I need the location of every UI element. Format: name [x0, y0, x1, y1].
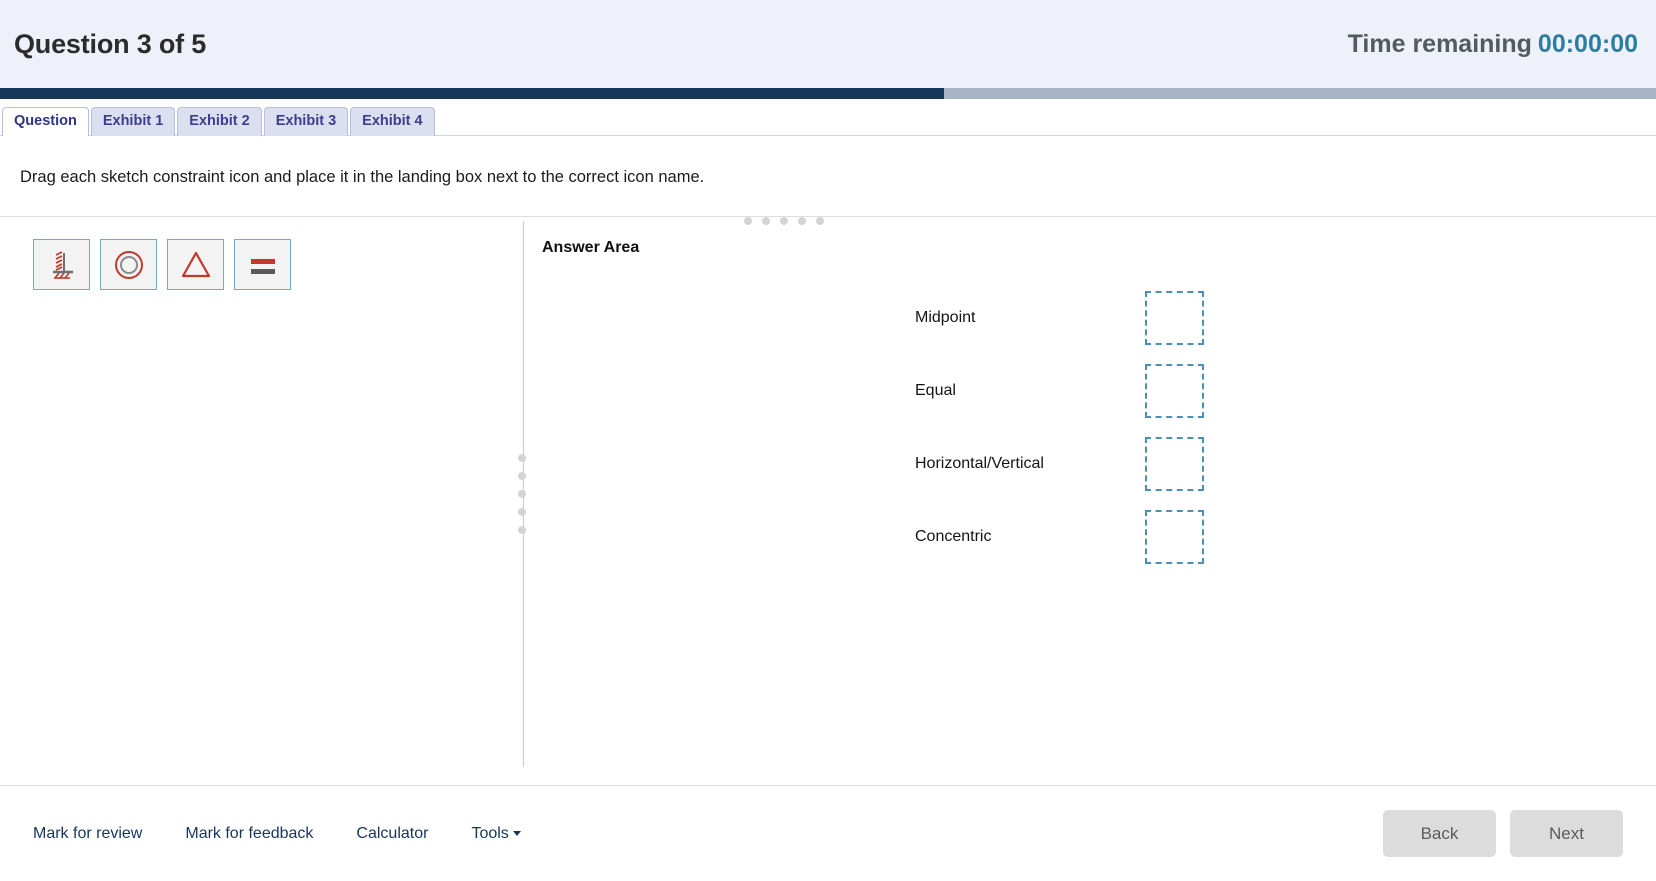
answer-row-list: Midpoint Equal Horizontal/Vertical Concentr…: [915, 281, 1656, 573]
horizontal-resize-grip[interactable]: [744, 217, 824, 225]
footer-link-tools[interactable]: Tools: [471, 824, 521, 843]
footer-link-label: Mark for review: [33, 824, 143, 842]
drop-zone[interactable]: [1145, 290, 1204, 345]
chevron-down-icon: [512, 830, 521, 836]
page-title: Question 3 of 5: [14, 28, 207, 59]
time-remaining-value: 00:00:00: [1537, 29, 1638, 58]
answer-row: Equal: [915, 354, 1656, 427]
footer-link-calculator[interactable]: Calculator: [356, 825, 428, 843]
footer-link-label: Mark for feedback: [185, 824, 314, 842]
exhibit-tabstrip: Question Exhibit 1 Exhibit 2 Exhibit 3 Exhib…: [0, 99, 1656, 136]
triangle-outline-icon: [181, 251, 210, 277]
grip-dot: [744, 217, 752, 225]
footer-link-label: Calculator: [356, 824, 429, 842]
back-button[interactable]: Back: [1383, 810, 1496, 857]
answer-row-label: Midpoint: [915, 308, 976, 326]
drop-zone[interactable]: [1145, 363, 1204, 418]
answer-row: Concentric: [915, 500, 1656, 573]
answer-area-title: Answer Area: [542, 239, 640, 256]
grip-dot: [780, 217, 788, 225]
footer-link-label: Tools: [471, 824, 509, 842]
footer-link-mark-for-review[interactable]: Mark for review: [33, 825, 142, 843]
footer-link-mark-for-feedback[interactable]: Mark for feedback: [185, 825, 313, 843]
answer-row-label: Concentric: [915, 527, 992, 545]
drag-source-panel: [0, 217, 523, 785]
time-remaining: Time remaining 00:00:00: [1348, 30, 1638, 59]
grip-dot: [816, 217, 824, 225]
answer-row-label: Equal: [915, 381, 956, 399]
footer-nav-buttons: Back Next: [1383, 810, 1623, 857]
question-workspace: Answer Area Midpoint Equal Horizontal/Vert…: [0, 217, 1656, 785]
answer-row-label: Horizontal/Vertical: [915, 454, 1044, 472]
drag-item-triangle[interactable]: [167, 239, 224, 290]
drag-item-fix-ground[interactable]: [33, 239, 90, 290]
equal-bars-icon: [250, 258, 275, 274]
answer-row: Midpoint: [915, 281, 1656, 354]
drop-zone[interactable]: [1145, 436, 1204, 491]
tab-exhibit-2[interactable]: Exhibit 2: [177, 107, 262, 136]
exam-window: Question 3 of 5 Time remaining 00:00:00 Q…: [0, 0, 1656, 881]
drop-zone[interactable]: [1145, 509, 1204, 564]
exam-header: Question 3 of 5 Time remaining 00:00:00: [0, 0, 1656, 88]
tab-exhibit-4[interactable]: Exhibit 4: [350, 107, 435, 136]
tab-exhibit-1[interactable]: Exhibit 1: [90, 107, 176, 136]
answer-panel: Answer Area Midpoint Equal Horizontal/Vert…: [524, 217, 1656, 785]
footer-tool-links: Mark for review Mark for feedback Calculat…: [33, 825, 521, 843]
tab-question[interactable]: Question: [2, 107, 89, 136]
concentric-circles-icon: [114, 250, 143, 279]
grip-dot: [798, 217, 806, 225]
drag-source-row: [33, 239, 523, 290]
grip-dot: [762, 217, 770, 225]
progress-bar: [0, 88, 1656, 99]
question-prompt: Drag each sketch constraint icon and pla…: [0, 136, 1656, 217]
drag-item-equal[interactable]: [234, 239, 291, 290]
drag-item-concentric[interactable]: [100, 239, 157, 290]
progress-bar-fill: [0, 88, 944, 99]
time-remaining-label: Time remaining: [1347, 29, 1532, 58]
answer-row: Horizontal/Vertical: [915, 427, 1656, 500]
exam-footer: Mark for review Mark for feedback Calculat…: [0, 785, 1656, 881]
fix-ground-constraint-icon: [52, 250, 73, 279]
next-button[interactable]: Next: [1510, 810, 1623, 857]
tab-exhibit-3[interactable]: Exhibit 3: [263, 107, 349, 136]
